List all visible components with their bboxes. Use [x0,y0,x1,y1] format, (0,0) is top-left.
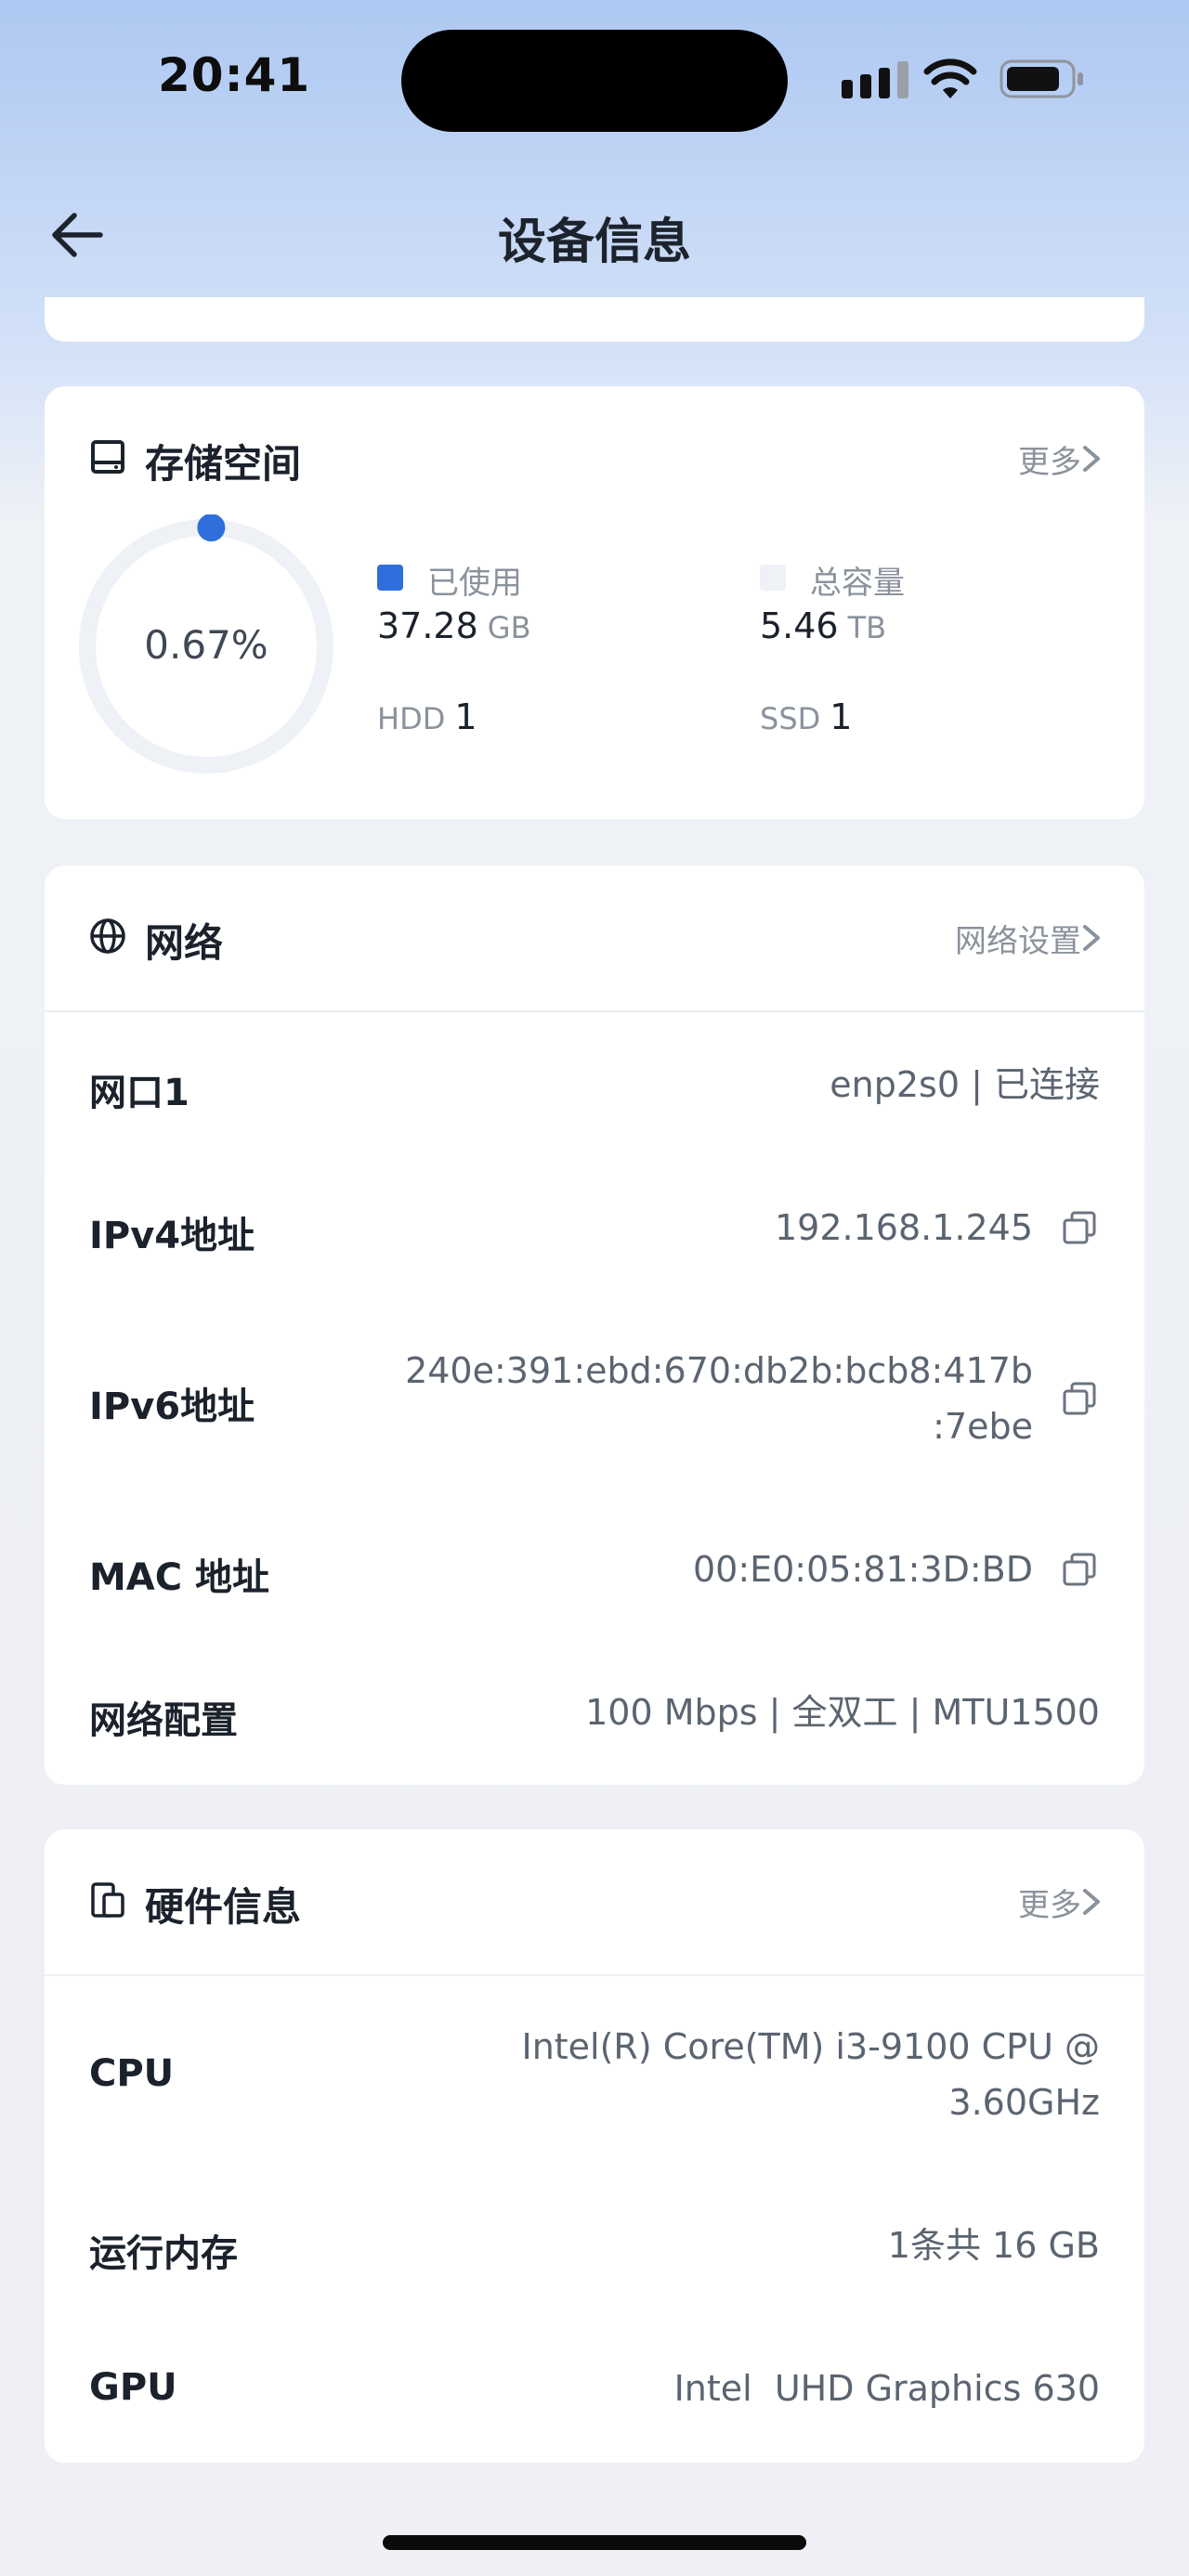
ssd-number: 1 [830,696,853,737]
ram-value: 1条共 16 GB [887,2225,1100,2266]
used-label: 已使用 [427,565,522,602]
hdd-number: 1 [454,696,477,737]
mac-value: 00:E0:05:81:3D:BD [692,1549,1033,1590]
dynamic-island [401,30,788,132]
ipv6-value: 240e:391:ebd:670:db2b:bcb8:417b :7ebe [405,1343,1033,1454]
hardware-card: 硬件信息 更多 CPU Intel(R) Core(TM) i3-9100 CP… [45,1829,1144,2463]
storage-more-button[interactable]: 更多 [1018,436,1081,482]
cpu-line2: 3.60GHz [948,2082,1100,2123]
copy-icon[interactable] [1061,1380,1098,1417]
ipv6-line1: 240e:391:ebd:670:db2b:bcb8:417b [405,1350,1033,1391]
usage-percent: 0.67% [144,622,268,668]
total-label: 总容量 [810,565,905,602]
network-card: 网络 网络设置 网口1 enp2s0 | 已连接 IPv4地址 192.168.… [45,865,1144,1785]
network-divider [45,1010,1144,1012]
copy-icon[interactable] [1061,1209,1098,1246]
network-row-label: IPv4地址 [89,1215,255,1257]
ring-progress [197,514,226,542]
wifi-icon [923,59,977,98]
hardware-divider [45,1974,1144,1976]
ssd-label: SSD [760,701,821,736]
used-unit: GB [487,610,531,645]
total-number: 5.46 [760,605,839,646]
used-value: 37.28 GB [377,605,531,646]
network-row-value: 100 Mbps | 全双工 | MTU1500 [585,1692,1100,1733]
disk-icon [91,440,124,474]
hardware-row-label: CPU [89,2052,175,2095]
copy-icon[interactable] [1061,1551,1098,1588]
network-row-value: enp2s0 | 已连接 [830,1064,1100,1105]
hdd-count: HDD 1 [377,696,477,737]
chevron-right-icon[interactable] [1079,1883,1104,1920]
total-value: 5.46 TB [760,605,886,646]
ssd-count: SSD 1 [760,696,852,737]
status-time: 20:41 [158,48,311,102]
total-legend-swatch [760,565,786,591]
cpu-value: Intel(R) Core(TM) i3-9100 CPU @ 3.60GHz [521,2019,1100,2130]
chevron-right-icon[interactable] [1079,919,1104,956]
hardware-more-button[interactable]: 更多 [1018,1880,1081,1925]
network-title: 网络 [145,920,224,966]
page-title: 设备信息 [497,215,691,270]
total-unit: TB [847,610,887,645]
network-row-label: MAC 地址 [89,1556,270,1599]
ipv6-line2: :7ebe [933,1406,1033,1447]
cpu-line1: Intel(R) Core(TM) i3-9100 CPU @ [521,2026,1100,2067]
battery-icon [1000,59,1083,98]
signal-icon [842,61,908,98]
globe-icon [90,918,125,954]
network-row-label: IPv6地址 [89,1386,255,1428]
previous-card [45,297,1144,342]
storage-card: 存储空间 更多 0.67% 已使用 37.28 GB HDD 1 总容量 5.46 T… [45,386,1144,819]
hardware-icon [91,1882,124,1918]
hardware-row-label: 运行内存 [89,2232,238,2275]
hdd-label: HDD [377,701,446,736]
hardware-row-label: GPU [89,2366,177,2409]
network-row-label: 网口1 [89,1072,189,1114]
network-settings-button[interactable]: 网络设置 [955,916,1081,961]
used-number: 37.28 [377,605,478,646]
ipv4-value: 192.168.1.245 [774,1207,1033,1248]
home-indicator [383,2535,806,2550]
hardware-title: 硬件信息 [145,1884,302,1930]
network-row-label: 网络配置 [89,1699,238,1742]
used-legend-swatch [377,565,403,591]
chevron-right-icon[interactable] [1079,440,1104,477]
gpu-value: Intel UHD Graphics 630 [673,2368,1100,2409]
storage-title: 存储空间 [145,441,302,487]
